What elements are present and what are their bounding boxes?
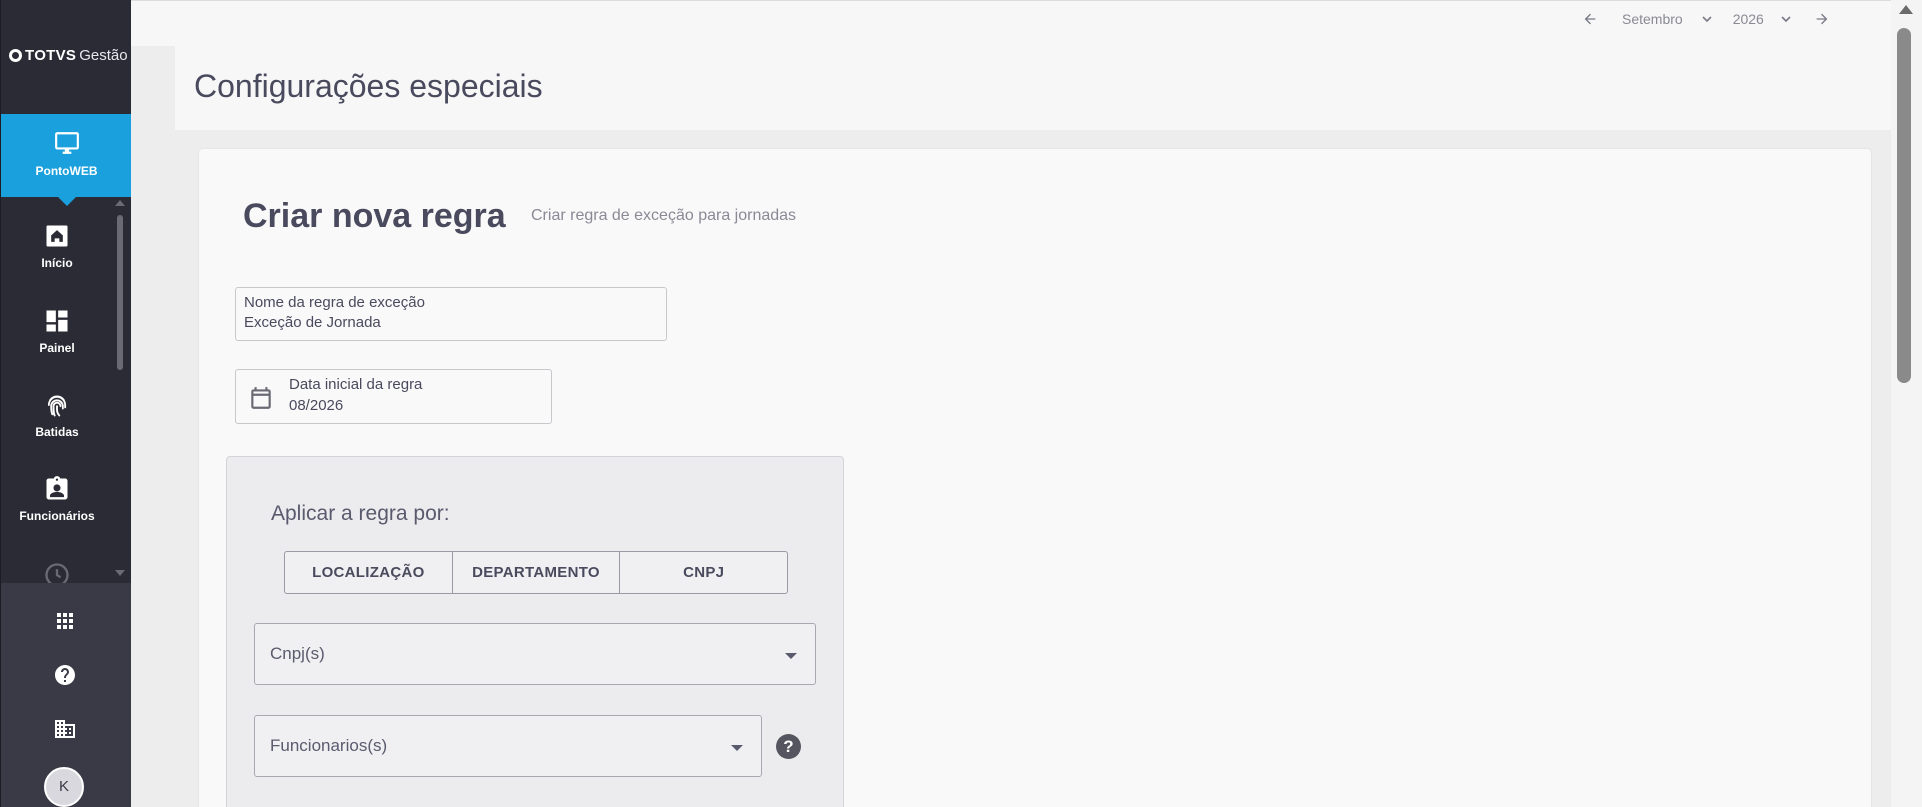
option-cnpj[interactable]: CNPJ bbox=[619, 552, 787, 593]
scroll-up-arrow[interactable] bbox=[1899, 5, 1913, 14]
apply-rule-panel: Aplicar a regra por: LOCALIZAÇÃO DEPARTA… bbox=[226, 456, 844, 807]
period-selector: Setembro 2026 bbox=[1582, 11, 1830, 27]
home-icon bbox=[46, 225, 68, 247]
building-icon[interactable] bbox=[53, 717, 77, 741]
logo-product: Gestão bbox=[79, 46, 128, 64]
apply-by-segmented-control: LOCALIZAÇÃO DEPARTAMENTO CNPJ bbox=[284, 551, 788, 594]
sidebar-item-label: Funcionários bbox=[19, 509, 95, 523]
rule-name-field[interactable]: Nome da regra de exceção Exceção de Jorn… bbox=[235, 287, 667, 341]
option-departamento[interactable]: DEPARTAMENTO bbox=[451, 552, 620, 593]
dropdown-caret-icon bbox=[785, 653, 797, 659]
totvs-logo[interactable]: TOTVS Gestão bbox=[9, 44, 128, 66]
apply-rule-title: Aplicar a regra por: bbox=[271, 502, 450, 525]
page-header: Configurações especiais bbox=[175, 46, 1891, 130]
arrow-right-icon[interactable] bbox=[1814, 11, 1830, 27]
nav-scrollbar-thumb[interactable] bbox=[117, 215, 123, 370]
form-title: Criar nova regra bbox=[243, 197, 506, 235]
fingerprint-icon bbox=[47, 395, 67, 417]
rule-name-label: Nome da regra de exceção bbox=[244, 294, 425, 311]
sidebar-item-clock[interactable] bbox=[1, 561, 113, 583]
cnpj-select-placeholder: Cnpj(s) bbox=[270, 644, 325, 663]
start-date-field[interactable]: Data inicial da regra 08/2026 bbox=[235, 369, 552, 424]
sidebar-item-label: Painel bbox=[39, 341, 75, 355]
dashboard-icon bbox=[46, 310, 68, 332]
start-date-value[interactable]: 08/2026 bbox=[289, 397, 343, 414]
rule-name-value[interactable]: Exceção de Jornada bbox=[244, 314, 381, 331]
nav-scroll-up-arrow[interactable] bbox=[115, 200, 125, 206]
module-pontoweb[interactable]: PontoWEB bbox=[1, 114, 132, 206]
page-title: Configurações especiais bbox=[194, 68, 543, 104]
topbar: Setembro 2026 bbox=[131, 0, 1891, 46]
rule-form-card: Criar nova regra Criar regra de exceção … bbox=[199, 149, 1871, 807]
sidebar-item-label: Batidas bbox=[35, 425, 79, 439]
sidebar-item-funcionarios[interactable]: Funcionários bbox=[1, 475, 113, 545]
module-label: PontoWEB bbox=[35, 164, 98, 178]
badge-icon bbox=[46, 476, 68, 500]
chevron-down-icon[interactable] bbox=[1778, 11, 1794, 27]
help-icon[interactable]: ? bbox=[776, 734, 801, 759]
cnpj-select[interactable]: Cnpj(s) bbox=[254, 623, 816, 685]
calendar-icon[interactable] bbox=[248, 385, 274, 411]
clock-icon bbox=[45, 563, 69, 583]
help-circle-icon[interactable] bbox=[53, 663, 77, 687]
form-subtitle: Criar regra de exceção para jornadas bbox=[531, 207, 797, 224]
active-pointer bbox=[58, 197, 76, 206]
month-value[interactable]: Setembro bbox=[1622, 11, 1683, 27]
avatar[interactable]: K bbox=[44, 767, 84, 807]
nav-scroll-down-arrow[interactable] bbox=[115, 570, 125, 576]
employees-select[interactable]: Funcionarios(s) bbox=[254, 715, 762, 777]
dropdown-caret-icon bbox=[731, 745, 743, 751]
sidebar-bottom: K bbox=[1, 583, 132, 807]
sidebar-item-painel[interactable]: Painel bbox=[1, 307, 113, 377]
logo-brand: TOTVS bbox=[25, 46, 77, 64]
monitor-icon bbox=[55, 132, 79, 154]
year-value[interactable]: 2026 bbox=[1733, 11, 1764, 27]
arrow-left-icon[interactable] bbox=[1582, 11, 1598, 27]
sidebar-item-inicio[interactable]: Início bbox=[1, 222, 113, 292]
option-localizacao[interactable]: LOCALIZAÇÃO bbox=[285, 552, 452, 593]
sidebar-item-batidas[interactable]: Batidas bbox=[1, 391, 113, 461]
employees-select-placeholder: Funcionarios(s) bbox=[270, 736, 388, 755]
logo-ring-icon bbox=[9, 48, 22, 62]
scrollbar-thumb[interactable] bbox=[1897, 28, 1911, 383]
sidebar-item-label: Início bbox=[41, 256, 73, 270]
chevron-down-icon[interactable] bbox=[1699, 11, 1715, 27]
sidebar: TOTVS Gestão PontoWEB Início Painel Bati… bbox=[0, 0, 132, 807]
apps-grid-icon[interactable] bbox=[53, 609, 77, 633]
start-date-label: Data inicial da regra bbox=[289, 376, 423, 393]
